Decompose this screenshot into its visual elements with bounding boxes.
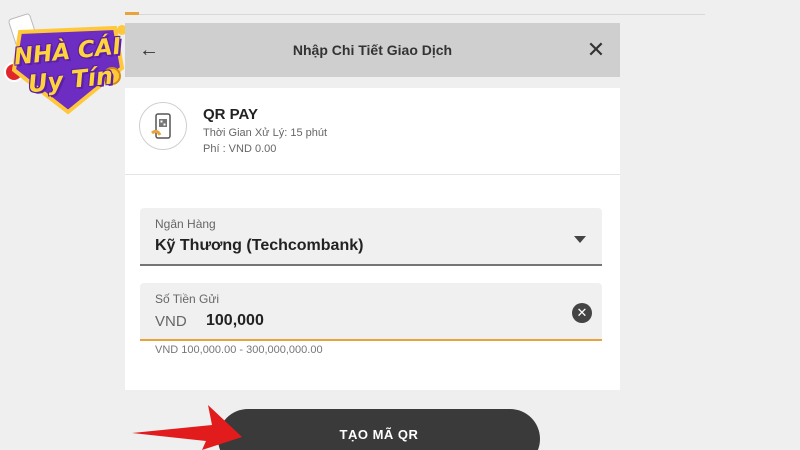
amount-field: Số Tiền Gửi VND ✕: [140, 283, 602, 341]
card-divider: [125, 174, 620, 175]
close-icon: ✕: [586, 37, 606, 62]
processing-time: Thời Gian Xử Lý: 15 phút: [203, 127, 328, 139]
payment-method-info: QR PAY Thời Gian Xử Lý: 15 phút Phí : VN…: [203, 102, 327, 155]
top-divider: [125, 14, 705, 15]
modal-title: Nhập Chi Tiết Giao Dịch: [292, 42, 453, 58]
create-qr-button[interactable]: TẠO MÃ QR: [218, 409, 540, 450]
arrow-left-icon: ←: [139, 38, 159, 61]
phone-qr-icon: [139, 102, 187, 150]
amount-label: Số Tiền Gửi: [155, 292, 220, 306]
payment-method-name: QR PAY: [203, 106, 259, 123]
amount-range-hint: VND 100,000.00 - 300,000,000.00: [155, 344, 323, 356]
clear-amount-button[interactable]: ✕: [572, 303, 592, 323]
create-qr-label: TẠO MÃ QR: [339, 427, 419, 442]
payment-method: QR PAY Thời Gian Xử Lý: 15 phút Phí : VN…: [139, 102, 327, 155]
dropdown-arrow-icon: [574, 236, 586, 243]
fee-text: Phí : VND 0.00: [203, 143, 277, 155]
bank-label: Ngân Hàng: [155, 217, 216, 231]
back-button[interactable]: ←: [125, 23, 173, 77]
clear-icon: ✕: [576, 305, 588, 320]
logo-text: NHÀ CÁI Uy Tín: [11, 32, 126, 99]
amount-input[interactable]: [206, 310, 546, 332]
modal-header: ← Nhập Chi Tiết Giao Dịch ✕: [125, 23, 620, 77]
bank-value: Kỹ Thương (Techcombank): [155, 237, 364, 254]
transaction-card: QR PAY Thời Gian Xử Lý: 15 phút Phí : VN…: [125, 88, 620, 390]
close-button[interactable]: ✕: [572, 23, 620, 77]
bank-select[interactable]: Ngân Hàng Kỹ Thương (Techcombank): [140, 208, 602, 266]
brand-logo: NHÀ CÁI Uy Tín: [0, 8, 135, 120]
red-pointer-arrow-icon: [132, 405, 242, 450]
currency-label: VND: [155, 313, 187, 330]
